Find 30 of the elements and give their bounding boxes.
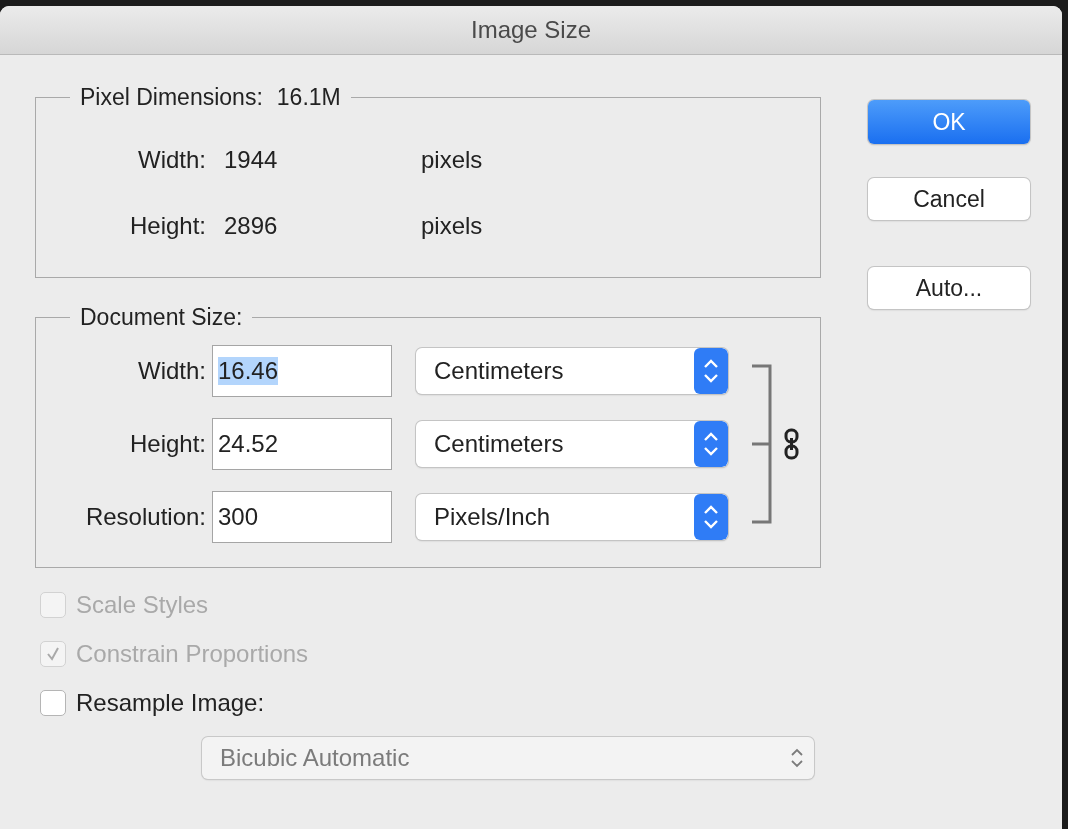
- checkbox[interactable]: [40, 689, 66, 716]
- pixel-dimensions-value: 16.1M: [276, 84, 341, 110]
- group-title: Pixel Dimensions:: [80, 84, 263, 110]
- dialog-button[interactable]: OK: [868, 100, 1030, 144]
- checkbox-label: Resample Image:: [76, 688, 265, 717]
- dialog-button[interactable]: Cancel: [868, 178, 1030, 220]
- checkbox-label: Constrain Proportions: [76, 639, 309, 668]
- group-title: Document Size:: [80, 304, 243, 330]
- unit-label: pixels: [421, 146, 483, 174]
- field-label: Width:: [137, 146, 206, 174]
- input-field[interactable]: 24.52: [212, 418, 392, 470]
- unit-label: pixels: [421, 212, 483, 240]
- checkbox-label: Scale Styles: [76, 590, 209, 619]
- unit-dropdown[interactable]: Centimeters: [416, 348, 728, 394]
- field-label: Width:: [137, 357, 207, 385]
- unit-dropdown[interactable]: Centimeters: [416, 421, 728, 467]
- pixel-value: 1944: [223, 146, 279, 174]
- pixel-value: 2896: [223, 212, 279, 240]
- input-field[interactable]: 16.46: [212, 345, 392, 397]
- input-field[interactable]: 300: [212, 491, 392, 543]
- field-label: Height:: [128, 430, 207, 458]
- stepper-icon: [694, 348, 728, 394]
- dialog-button[interactable]: Auto...: [868, 267, 1030, 309]
- field-label: Resolution:: [84, 503, 207, 531]
- stepper-icon: [694, 421, 728, 467]
- stepper-icon: [694, 494, 728, 540]
- chevron-icon: [790, 746, 804, 770]
- field-label: Height:: [128, 212, 206, 240]
- unit-dropdown[interactable]: Pixels/Inch: [416, 494, 728, 540]
- window-title: Image Size: [470, 16, 592, 44]
